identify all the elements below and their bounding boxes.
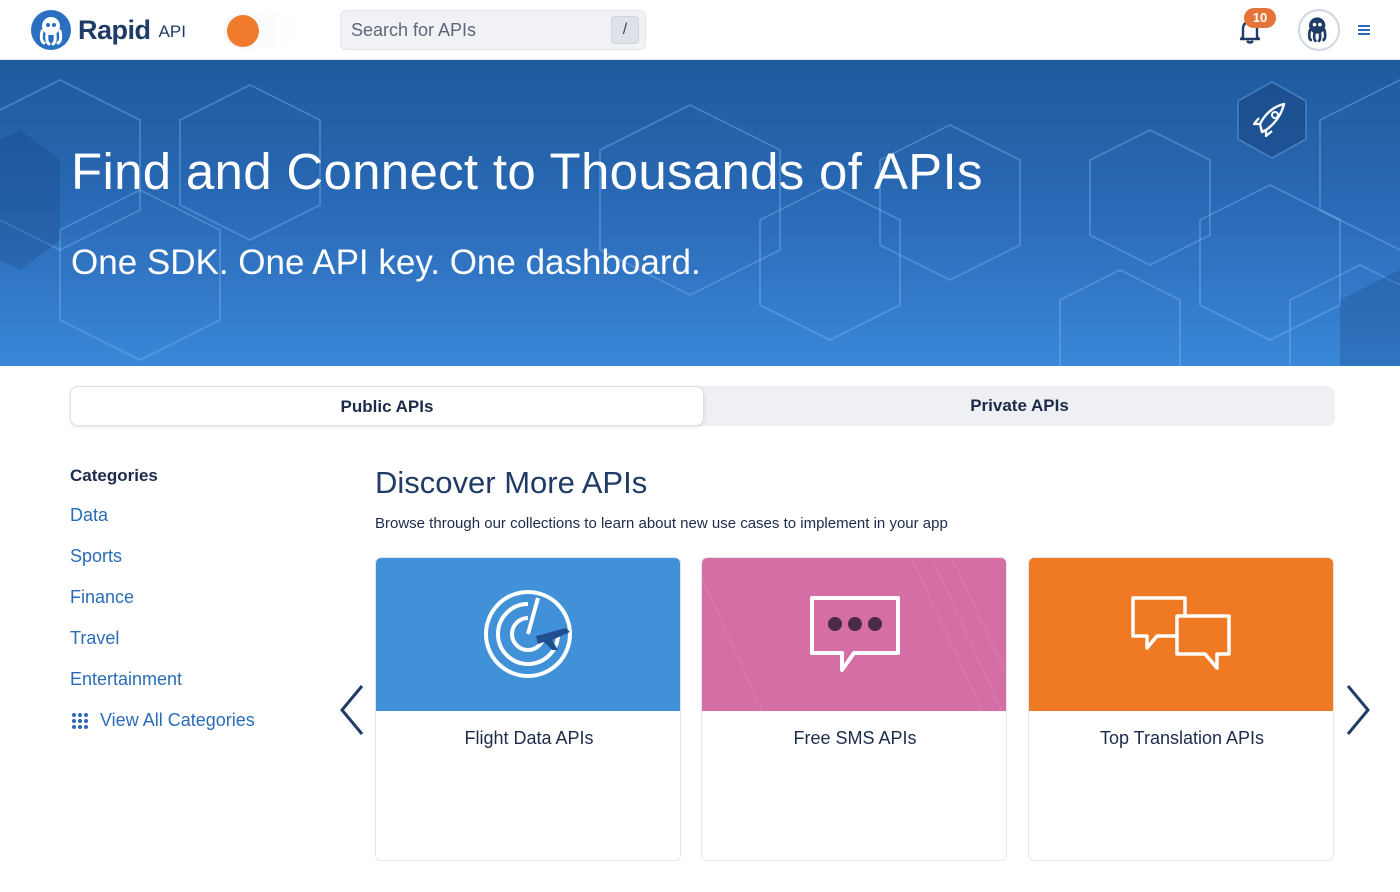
collection-card-top-translation[interactable]: Top Translation APIs [1028, 557, 1334, 861]
hero-banner: Find and Connect to Thousands of APIs On… [0, 60, 1400, 366]
card-label: Top Translation APIs [1099, 728, 1265, 748]
translation-bubbles-icon [1029, 558, 1333, 711]
hexagon-background-pattern [0, 78, 1400, 366]
category-link-sports[interactable]: Sports [70, 546, 122, 567]
tab-public-apis[interactable]: Public APIs [70, 386, 704, 426]
search-box: / [340, 10, 646, 50]
category-link-travel[interactable]: Travel [70, 628, 119, 649]
category-link-data[interactable]: Data [70, 505, 108, 526]
menu-lines [1358, 25, 1370, 35]
tab-private-apis[interactable]: Private APIs [704, 386, 1335, 426]
hamburger-icon[interactable] [1356, 20, 1372, 40]
api-visibility-tabs: Public APIs Private APIs [70, 386, 1335, 426]
chat-bubble-icon [702, 558, 1006, 711]
logo-text: Rapid [78, 14, 151, 45]
carousel-next-arrow-icon[interactable] [1344, 682, 1372, 738]
discover-subtitle: Browse through our collections to learn … [375, 515, 948, 532]
rocket-icon[interactable] [1232, 80, 1312, 160]
card-label: Free SMS APIs [793, 728, 917, 748]
collection-card-free-sms[interactable]: Free SMS APIs [701, 557, 1007, 861]
logo-sub-text: API [158, 22, 186, 41]
grid-dots-icon [72, 712, 88, 729]
collection-card-flight-data[interactable]: Flight Data APIs [375, 557, 681, 861]
discover-title: Discover More APIs [375, 465, 648, 500]
search-shortcut-key: / [611, 16, 639, 44]
avatar-octopus-icon [1307, 17, 1327, 43]
avatar[interactable] [1298, 9, 1340, 51]
hero-subtitle: One SDK. One API key. One dashboard. [71, 243, 701, 282]
radar-plane-icon [376, 558, 680, 711]
notification-badge: 10 [1244, 8, 1276, 28]
hero-title: Find and Connect to Thousands of APIs [71, 143, 983, 200]
carousel-prev-arrow-icon[interactable] [338, 682, 366, 738]
octopus-logo-icon [31, 10, 71, 50]
rapidapi-logo[interactable]: Rapid API [30, 9, 186, 51]
theme-toggle[interactable] [224, 13, 300, 49]
category-link-entertainment[interactable]: Entertainment [70, 669, 182, 690]
card-label: Flight Data APIs [464, 728, 594, 748]
view-all-categories-label: View All Categories [100, 710, 255, 730]
top-navigation-bar: Rapid API / 10 [0, 0, 1400, 60]
search-input[interactable] [341, 11, 601, 49]
toggle-knob [227, 15, 259, 47]
view-all-categories-link[interactable]: View All Categories [70, 710, 255, 731]
categories-heading: Categories [70, 466, 158, 485]
category-link-finance[interactable]: Finance [70, 587, 134, 608]
